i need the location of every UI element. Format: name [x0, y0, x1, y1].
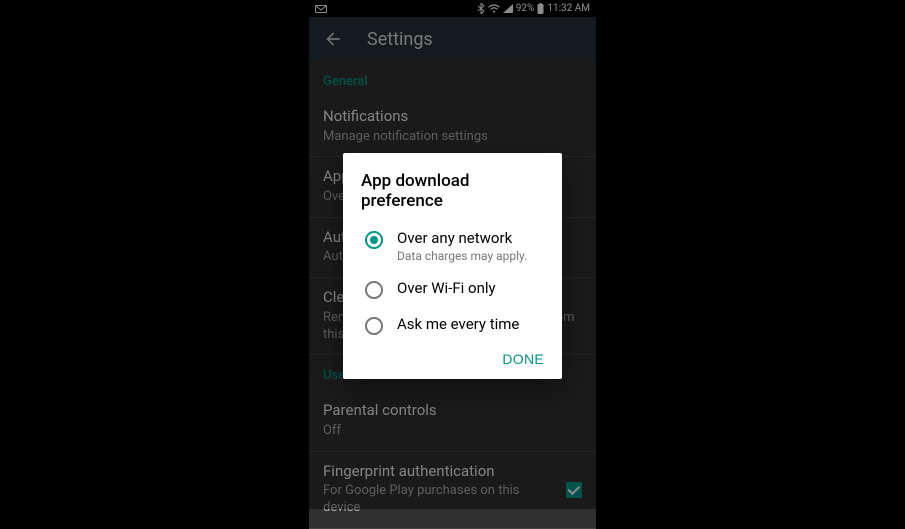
done-button[interactable]: DONE: [502, 351, 544, 367]
radio-label: Over any network: [397, 229, 527, 248]
radio-option-wifi-only[interactable]: Over Wi-Fi only: [343, 271, 562, 307]
radio-sub: Data charges may apply.: [397, 249, 527, 263]
dialog-app-download-preference: App download preference Over any network…: [343, 153, 562, 379]
dialog-title: App download preference: [343, 171, 562, 221]
radio-selected-icon: [365, 231, 383, 249]
radio-label: Over Wi-Fi only: [397, 279, 496, 298]
dialog-actions: DONE: [343, 343, 562, 369]
radio-option-ask-every-time[interactable]: Ask me every time: [343, 307, 562, 343]
radio-unselected-icon: [365, 281, 383, 299]
radio-option-over-any-network[interactable]: Over any network Data charges may apply.: [343, 221, 562, 271]
radio-unselected-icon: [365, 317, 383, 335]
radio-label: Ask me every time: [397, 315, 519, 334]
